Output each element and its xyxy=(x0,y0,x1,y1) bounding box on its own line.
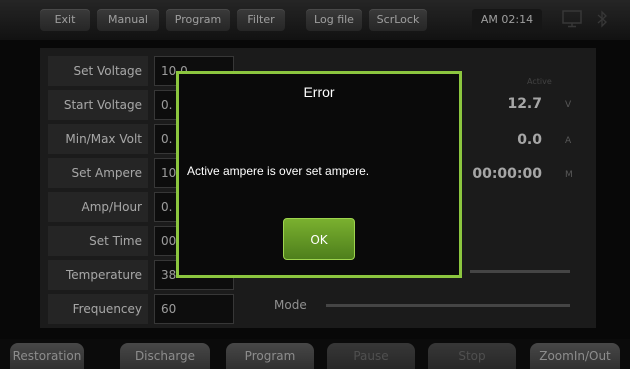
dialog-message: Active ampere is over set ampere. xyxy=(187,164,370,178)
dialog-title: Error xyxy=(303,84,335,100)
ok-button[interactable]: OK xyxy=(283,218,355,260)
error-dialog: Error Active ampere is over set ampere. … xyxy=(176,71,462,278)
